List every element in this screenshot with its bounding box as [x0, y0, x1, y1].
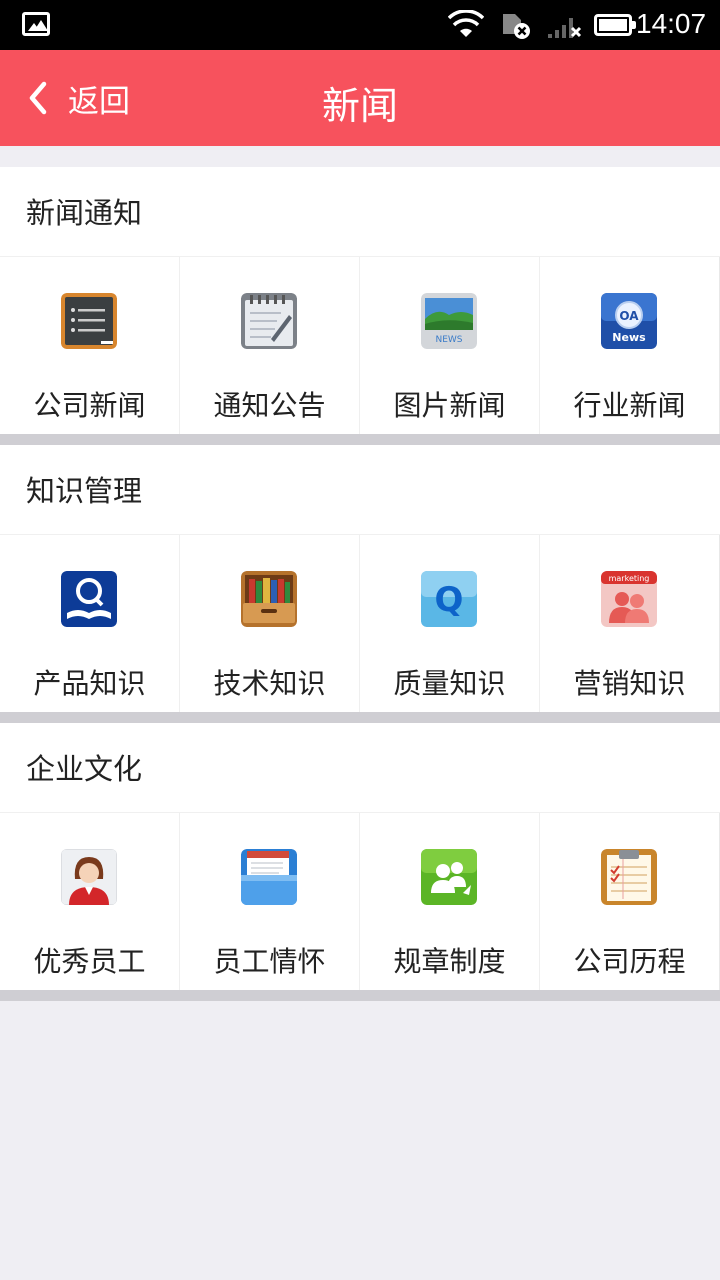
grid-item-product-knowledge[interactable]: 产品知识	[0, 535, 180, 712]
section-divider	[0, 989, 720, 1001]
q-icon: Q	[421, 571, 477, 627]
grid-item-industry-news[interactable]: OA News 行业新闻	[540, 257, 720, 434]
oa-news-icon: OA News	[601, 293, 657, 349]
chalkboard-icon	[61, 293, 117, 349]
grid-item-label: 通知公告	[213, 389, 326, 422]
no-signal-icon	[548, 18, 582, 38]
chat-people-icon	[421, 849, 477, 905]
svg-text:NEWS: NEWS	[435, 335, 462, 345]
grid-item-label: 公司新闻	[33, 389, 146, 422]
grid-item-notice[interactable]: 通知公告	[180, 257, 360, 434]
grid-item-label: 技术知识	[213, 667, 326, 700]
grid-item-tech-knowledge[interactable]: 技术知识	[180, 535, 360, 712]
grid-item-label: 产品知识	[33, 667, 146, 700]
grid-item-label: 优秀员工	[33, 945, 146, 978]
grid-item-quality-knowledge[interactable]: Q 质量知识	[360, 535, 540, 712]
grid-item-company-news[interactable]: 公司新闻	[0, 257, 180, 434]
svg-text:OA: OA	[619, 309, 639, 323]
section-title: 新闻通知	[26, 196, 143, 230]
notepad-icon	[241, 293, 297, 349]
grid-item-picture-news[interactable]: NEWS 图片新闻	[360, 257, 540, 434]
sim-error-icon	[503, 14, 530, 39]
section-culture: 企业文化 优秀员工 员工情怀 规章制度 公司历程	[0, 723, 720, 1001]
grid-item-label: 图片新闻	[393, 389, 506, 422]
marketing-people-icon: marketing	[601, 571, 657, 627]
bookshelf-icon	[241, 571, 297, 627]
section-title: 企业文化	[26, 752, 143, 786]
grid-item-label: 规章制度	[393, 945, 506, 978]
section-grid: 产品知识 技术知识 Q 质量知识 marketing 营销知识	[0, 534, 720, 712]
status-bar: 14:07	[0, 0, 720, 50]
grid-item-marketing-knowledge[interactable]: marketing 营销知识	[540, 535, 720, 712]
search-book-icon	[61, 571, 117, 627]
battery-icon	[594, 14, 636, 36]
grid-item-label: 员工情怀	[213, 945, 326, 978]
page-title: 新闻	[321, 84, 398, 128]
grid-item-label: 营销知识	[573, 667, 686, 700]
section-grid: 公司新闻 通知公告 NEWS 图片新闻 OA News 行业新闻	[0, 256, 720, 434]
svg-text:Q: Q	[435, 580, 464, 620]
grid-item-label: 行业新闻	[573, 389, 686, 422]
grid-item-label: 质量知识	[393, 667, 506, 700]
clipboard-checklist-icon	[601, 849, 657, 905]
gallery-icon	[22, 12, 50, 36]
svg-text:News: News	[612, 331, 646, 344]
app-header: 返回 新闻	[0, 50, 720, 146]
section-news: 新闻通知 公司新闻 通知公告 NEWS 图片新闻 OA News 行业新闻	[0, 167, 720, 445]
grid-item-regulations[interactable]: 规章制度	[360, 813, 540, 990]
section-knowledge: 知识管理 产品知识 技术知识 Q 质量知识 marketing 营销知识	[0, 445, 720, 723]
grid-item-label: 公司历程	[573, 945, 686, 978]
section-divider	[0, 711, 720, 723]
grid-item-excellent-employee[interactable]: 优秀员工	[0, 813, 180, 990]
content: 新闻通知 公司新闻 通知公告 NEWS 图片新闻 OA News 行业新闻 知识…	[0, 167, 720, 1001]
wifi-icon	[448, 10, 484, 37]
section-title: 知识管理	[26, 474, 143, 508]
svg-text:marketing: marketing	[609, 574, 650, 583]
section-grid: 优秀员工 员工情怀 规章制度 公司历程	[0, 812, 720, 990]
employee-avatar-icon	[61, 849, 117, 905]
section-divider	[0, 433, 720, 445]
folder-document-icon	[241, 849, 297, 905]
grid-item-company-history[interactable]: 公司历程	[540, 813, 720, 990]
status-time: 14:07	[636, 8, 707, 39]
picture-news-icon: NEWS	[421, 293, 477, 349]
grid-item-employee-sentiment[interactable]: 员工情怀	[180, 813, 360, 990]
